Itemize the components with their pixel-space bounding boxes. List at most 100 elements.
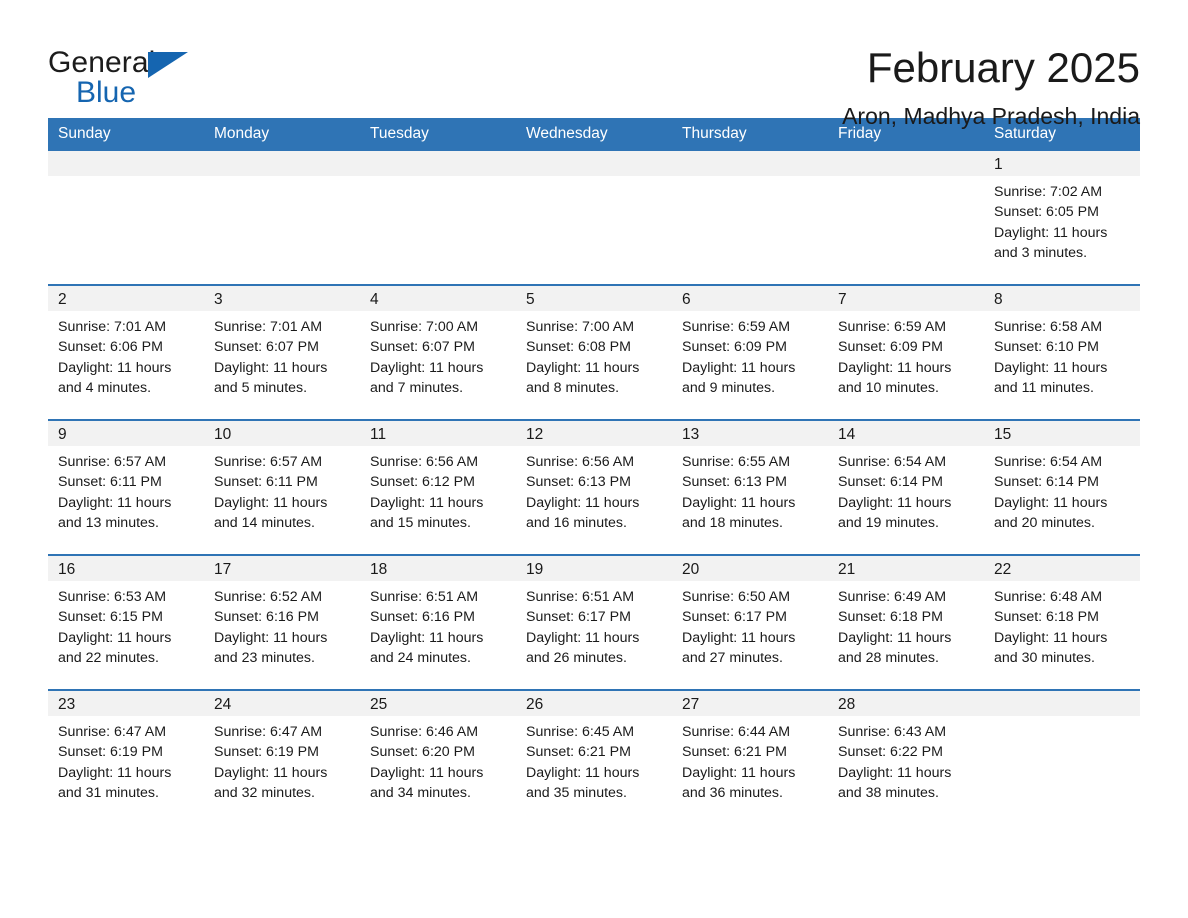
day-details: Sunrise: 6:46 AM Sunset: 6:20 PM Daylight:… <box>360 716 516 803</box>
sunset-time: Sunset: 6:22 PM <box>838 744 943 761</box>
calendar-cell: 15 Sunrise: 6:54 AM Sunset: 6:14 PM Dayligh… <box>984 419 1140 555</box>
calendar-day-empty <box>828 151 984 284</box>
calendar-cell: 12 Sunrise: 6:56 AM Sunset: 6:13 PM Dayligh… <box>516 419 672 555</box>
calendar-day[interactable]: 25 Sunrise: 6:46 AM Sunset: 6:20 PM Dayligh… <box>360 691 516 825</box>
calendar-cell <box>48 151 204 285</box>
calendar-cell: 23 Sunrise: 6:47 AM Sunset: 6:19 PM Dayligh… <box>48 689 204 825</box>
sunrise-time: Sunrise: 6:57 AM <box>58 454 167 470</box>
calendar-day[interactable]: 11 Sunrise: 6:56 AM Sunset: 6:12 PM Dayligh… <box>360 421 516 554</box>
calendar-day[interactable]: 8 Sunrise: 6:58 AM Sunset: 6:10 PM Daylight… <box>984 286 1140 419</box>
day-details: Sunrise: 6:47 AM Sunset: 6:19 PM Daylight:… <box>204 716 360 803</box>
calendar-day[interactable]: 5 Sunrise: 7:00 AM Sunset: 6:08 PM Daylight… <box>516 286 672 419</box>
day-number: 25 <box>360 691 516 716</box>
calendar-cell <box>984 689 1140 825</box>
sunset-time: Sunset: 6:19 PM <box>214 744 319 761</box>
calendar-day[interactable]: 4 Sunrise: 7:00 AM Sunset: 6:07 PM Daylight… <box>360 286 516 419</box>
sunrise-time: Sunrise: 6:45 AM <box>526 724 635 740</box>
daylight-duration-line2: and 38 minutes. <box>838 784 939 801</box>
day-number: 7 <box>828 286 984 311</box>
calendar-cell <box>828 151 984 285</box>
daylight-duration-line1: Daylight: 11 hours <box>370 359 484 376</box>
day-details: Sunrise: 7:01 AM Sunset: 6:06 PM Daylight:… <box>48 311 204 398</box>
general-blue-logo: General Blue <box>48 46 198 116</box>
calendar-day[interactable]: 27 Sunrise: 6:44 AM Sunset: 6:21 PM Dayligh… <box>672 691 828 825</box>
sunset-time: Sunset: 6:07 PM <box>370 339 475 356</box>
calendar-day-empty <box>48 151 204 284</box>
calendar-day[interactable]: 24 Sunrise: 6:47 AM Sunset: 6:19 PM Dayligh… <box>204 691 360 825</box>
calendar-day[interactable]: 21 Sunrise: 6:49 AM Sunset: 6:18 PM Dayligh… <box>828 556 984 689</box>
calendar-day[interactable]: 17 Sunrise: 6:52 AM Sunset: 6:16 PM Dayligh… <box>204 556 360 689</box>
calendar-cell: 4 Sunrise: 7:00 AM Sunset: 6:07 PM Daylight… <box>360 284 516 420</box>
daylight-duration-line1: Daylight: 11 hours <box>838 494 952 511</box>
daylight-duration-line1: Daylight: 11 hours <box>58 359 172 376</box>
calendar-day[interactable]: 14 Sunrise: 6:54 AM Sunset: 6:14 PM Dayligh… <box>828 421 984 554</box>
daylight-duration-line1: Daylight: 11 hours <box>682 494 796 511</box>
daylight-duration-line2: and 7 minutes. <box>370 379 464 396</box>
calendar-day[interactable]: 22 Sunrise: 6:48 AM Sunset: 6:18 PM Dayligh… <box>984 556 1140 689</box>
sunrise-time: Sunrise: 7:01 AM <box>58 319 167 335</box>
calendar-day[interactable]: 6 Sunrise: 6:59 AM Sunset: 6:09 PM Daylight… <box>672 286 828 419</box>
calendar-day[interactable]: 18 Sunrise: 6:51 AM Sunset: 6:16 PM Dayligh… <box>360 556 516 689</box>
calendar-cell: 22 Sunrise: 6:48 AM Sunset: 6:18 PM Dayligh… <box>984 554 1140 690</box>
sunset-time: Sunset: 6:12 PM <box>370 474 475 491</box>
daylight-duration-line2: and 22 minutes. <box>58 649 159 666</box>
day-number: 6 <box>672 286 828 311</box>
day-number <box>672 151 828 176</box>
calendar-day[interactable]: 23 Sunrise: 6:47 AM Sunset: 6:19 PM Dayligh… <box>48 691 204 825</box>
calendar-day[interactable]: 3 Sunrise: 7:01 AM Sunset: 6:07 PM Daylight… <box>204 286 360 419</box>
day-number: 8 <box>984 286 1140 311</box>
calendar-day[interactable]: 2 Sunrise: 7:01 AM Sunset: 6:06 PM Daylight… <box>48 286 204 419</box>
month-calendar: Sunday Monday Tuesday Wednesday Thursday… <box>48 118 1140 825</box>
calendar-cell: 16 Sunrise: 6:53 AM Sunset: 6:15 PM Dayligh… <box>48 554 204 690</box>
day-number <box>360 151 516 176</box>
daylight-duration-line2: and 28 minutes. <box>838 649 939 666</box>
triangle-icon <box>148 52 188 78</box>
sunrise-time: Sunrise: 6:57 AM <box>214 454 323 470</box>
calendar-day[interactable]: 16 Sunrise: 6:53 AM Sunset: 6:15 PM Dayligh… <box>48 556 204 689</box>
sunset-time: Sunset: 6:06 PM <box>58 339 163 356</box>
sunrise-time: Sunrise: 6:52 AM <box>214 589 323 605</box>
sunset-time: Sunset: 6:18 PM <box>838 609 943 626</box>
calendar-page: General Blue February 2025 Aron, Madhya … <box>0 0 1188 918</box>
calendar-day[interactable]: 20 Sunrise: 6:50 AM Sunset: 6:17 PM Dayligh… <box>672 556 828 689</box>
daylight-duration-line2: and 24 minutes. <box>370 649 471 666</box>
calendar-day[interactable]: 7 Sunrise: 6:59 AM Sunset: 6:09 PM Daylight… <box>828 286 984 419</box>
calendar-cell <box>204 151 360 285</box>
day-number: 20 <box>672 556 828 581</box>
day-number: 13 <box>672 421 828 446</box>
sunset-time: Sunset: 6:09 PM <box>682 339 787 356</box>
calendar-cell: 27 Sunrise: 6:44 AM Sunset: 6:21 PM Dayligh… <box>672 689 828 825</box>
calendar-day[interactable]: 9 Sunrise: 6:57 AM Sunset: 6:11 PM Daylight… <box>48 421 204 554</box>
sunset-time: Sunset: 6:18 PM <box>994 609 1099 626</box>
calendar-day[interactable]: 13 Sunrise: 6:55 AM Sunset: 6:13 PM Dayligh… <box>672 421 828 554</box>
calendar-day[interactable]: 15 Sunrise: 6:54 AM Sunset: 6:14 PM Dayligh… <box>984 421 1140 554</box>
calendar-day[interactable]: 10 Sunrise: 6:57 AM Sunset: 6:11 PM Dayligh… <box>204 421 360 554</box>
calendar-day[interactable]: 19 Sunrise: 6:51 AM Sunset: 6:17 PM Dayligh… <box>516 556 672 689</box>
calendar-cell: 14 Sunrise: 6:54 AM Sunset: 6:14 PM Dayligh… <box>828 419 984 555</box>
day-number: 3 <box>204 286 360 311</box>
sunrise-time: Sunrise: 6:48 AM <box>994 589 1103 605</box>
day-details: Sunrise: 6:50 AM Sunset: 6:17 PM Daylight:… <box>672 581 828 668</box>
calendar-day[interactable]: 1 Sunrise: 7:02 AM Sunset: 6:05 PM Daylight… <box>984 151 1140 284</box>
daylight-duration-line1: Daylight: 11 hours <box>526 764 640 781</box>
day-number: 23 <box>48 691 204 716</box>
calendar-day[interactable]: 26 Sunrise: 6:45 AM Sunset: 6:21 PM Dayligh… <box>516 691 672 825</box>
day-number: 18 <box>360 556 516 581</box>
sunrise-time: Sunrise: 6:54 AM <box>994 454 1103 470</box>
sunrise-time: Sunrise: 6:47 AM <box>58 724 167 740</box>
day-details: Sunrise: 7:00 AM Sunset: 6:07 PM Daylight:… <box>360 311 516 398</box>
calendar-day[interactable]: 28 Sunrise: 6:43 AM Sunset: 6:22 PM Dayligh… <box>828 691 984 825</box>
daylight-duration-line1: Daylight: 11 hours <box>58 764 172 781</box>
sunset-time: Sunset: 6:11 PM <box>214 474 318 491</box>
calendar-cell: 8 Sunrise: 6:58 AM Sunset: 6:10 PM Daylight… <box>984 284 1140 420</box>
sunset-time: Sunset: 6:17 PM <box>682 609 787 626</box>
day-details: Sunrise: 6:59 AM Sunset: 6:09 PM Daylight:… <box>828 311 984 398</box>
daylight-duration-line2: and 19 minutes. <box>838 514 939 531</box>
day-number: 28 <box>828 691 984 716</box>
day-details: Sunrise: 6:58 AM Sunset: 6:10 PM Daylight:… <box>984 311 1140 398</box>
day-details: Sunrise: 6:57 AM Sunset: 6:11 PM Daylight:… <box>204 446 360 533</box>
calendar-day[interactable]: 12 Sunrise: 6:56 AM Sunset: 6:13 PM Dayligh… <box>516 421 672 554</box>
sunset-time: Sunset: 6:11 PM <box>58 474 162 491</box>
daylight-duration-line2: and 13 minutes. <box>58 514 159 531</box>
daylight-duration-line2: and 4 minutes. <box>58 379 152 396</box>
